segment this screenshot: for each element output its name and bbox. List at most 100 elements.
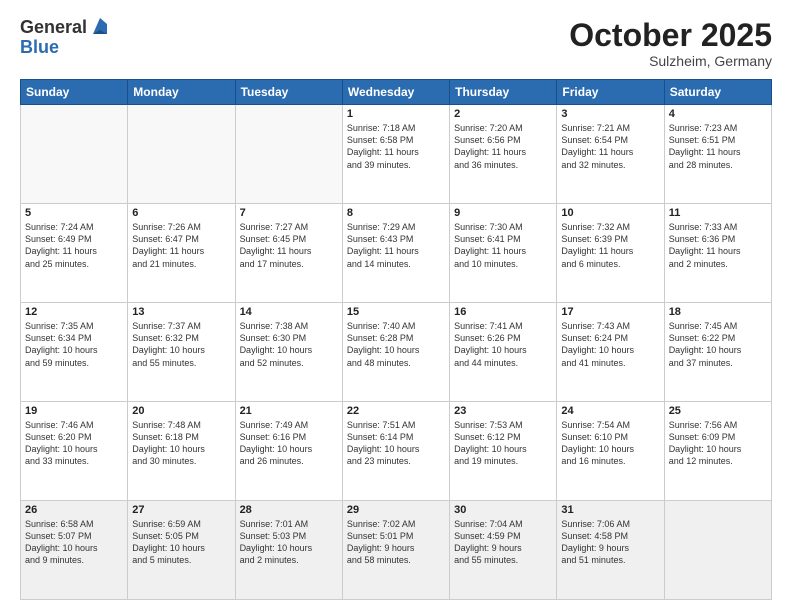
day-number: 24 xyxy=(561,405,659,417)
day-info: Sunrise: 7:06 AMSunset: 4:58 PMDaylight:… xyxy=(561,518,659,567)
table-row: 16 Sunrise: 7:41 AMSunset: 6:26 PMDayligh… xyxy=(450,303,557,402)
day-info: Sunrise: 7:53 AMSunset: 6:12 PMDaylight:… xyxy=(454,419,552,468)
day-info: Sunrise: 7:54 AMSunset: 6:10 PMDaylight:… xyxy=(561,419,659,468)
table-row: 27 Sunrise: 6:59 AMSunset: 5:05 PMDayligh… xyxy=(128,501,235,600)
day-info: Sunrise: 7:23 AMSunset: 6:51 PMDaylight:… xyxy=(669,122,767,171)
day-info: Sunrise: 7:37 AMSunset: 6:32 PMDaylight:… xyxy=(132,320,230,369)
day-number: 13 xyxy=(132,306,230,318)
day-number: 26 xyxy=(25,504,123,516)
day-info: Sunrise: 7:33 AMSunset: 6:36 PMDaylight:… xyxy=(669,221,767,270)
day-info: Sunrise: 7:32 AMSunset: 6:39 PMDaylight:… xyxy=(561,221,659,270)
day-info: Sunrise: 6:58 AMSunset: 5:07 PMDaylight:… xyxy=(25,518,123,567)
day-info: Sunrise: 7:46 AMSunset: 6:20 PMDaylight:… xyxy=(25,419,123,468)
day-info: Sunrise: 7:41 AMSunset: 6:26 PMDaylight:… xyxy=(454,320,552,369)
table-row: 4Sunrise: 7:23 AMSunset: 6:51 PMDaylight… xyxy=(664,105,771,204)
day-info: Sunrise: 7:51 AMSunset: 6:14 PMDaylight:… xyxy=(347,419,445,468)
day-number: 14 xyxy=(240,306,338,318)
logo-icon xyxy=(89,16,111,38)
table-row: 22 Sunrise: 7:51 AMSunset: 6:14 PMDayligh… xyxy=(342,402,449,501)
day-number: 12 xyxy=(25,306,123,318)
table-row: 3 Sunrise: 7:21 AMSunset: 6:54 PMDaylight… xyxy=(557,105,664,204)
calendar-week-row: 1Sunrise: 7:18 AMSunset: 6:58 PMDaylight… xyxy=(21,105,772,204)
day-number: 16 xyxy=(454,306,552,318)
location-subtitle: Sulzheim, Germany xyxy=(569,53,772,69)
day-number: 19 xyxy=(25,405,123,417)
table-row xyxy=(664,501,771,600)
logo: General Blue xyxy=(20,18,111,58)
table-row: 9Sunrise: 7:30 AMSunset: 6:41 PMDaylight… xyxy=(450,204,557,303)
table-row: 29 Sunrise: 7:02 AMSunset: 5:01 PMDayligh… xyxy=(342,501,449,600)
day-number: 8 xyxy=(347,207,445,219)
table-row: 1Sunrise: 7:18 AMSunset: 6:58 PMDaylight… xyxy=(342,105,449,204)
day-info: Sunrise: 7:01 AMSunset: 5:03 PMDaylight:… xyxy=(240,518,338,567)
day-info: Sunrise: 7:18 AMSunset: 6:58 PMDaylight:… xyxy=(347,122,445,171)
table-row xyxy=(21,105,128,204)
day-number: 25 xyxy=(669,405,767,417)
day-number: 30 xyxy=(454,504,552,516)
table-row: 8 Sunrise: 7:29 AMSunset: 6:43 PMDaylight… xyxy=(342,204,449,303)
day-number: 23 xyxy=(454,405,552,417)
table-row: 13 Sunrise: 7:37 AMSunset: 6:32 PMDayligh… xyxy=(128,303,235,402)
day-number: 7 xyxy=(240,207,338,219)
table-row: 23 Sunrise: 7:53 AMSunset: 6:12 PMDayligh… xyxy=(450,402,557,501)
day-number: 5 xyxy=(25,207,123,219)
day-number: 17 xyxy=(561,306,659,318)
logo-general-text: General xyxy=(20,18,87,38)
table-row: 24 Sunrise: 7:54 AMSunset: 6:10 PMDayligh… xyxy=(557,402,664,501)
table-row: 10 Sunrise: 7:32 AMSunset: 6:39 PMDayligh… xyxy=(557,204,664,303)
calendar-page: General Blue October 2025 Sulzheim, Germ… xyxy=(0,0,792,612)
day-info: Sunrise: 7:21 AMSunset: 6:54 PMDaylight:… xyxy=(561,122,659,171)
day-info: Sunrise: 7:38 AMSunset: 6:30 PMDaylight:… xyxy=(240,320,338,369)
day-number: 6 xyxy=(132,207,230,219)
day-info: Sunrise: 7:56 AMSunset: 6:09 PMDaylight:… xyxy=(669,419,767,468)
day-info: Sunrise: 7:20 AMSunset: 6:56 PMDaylight:… xyxy=(454,122,552,171)
day-info: Sunrise: 7:26 AMSunset: 6:47 PMDaylight:… xyxy=(132,221,230,270)
col-wednesday: Wednesday xyxy=(342,80,449,105)
table-row: 6 Sunrise: 7:26 AMSunset: 6:47 PMDaylight… xyxy=(128,204,235,303)
day-info: Sunrise: 6:59 AMSunset: 5:05 PMDaylight:… xyxy=(132,518,230,567)
title-block: October 2025 Sulzheim, Germany xyxy=(569,18,772,69)
day-number: 29 xyxy=(347,504,445,516)
calendar-header-row: Sunday Monday Tuesday Wednesday Thursday… xyxy=(21,80,772,105)
calendar-week-row: 26 Sunrise: 6:58 AMSunset: 5:07 PMDayligh… xyxy=(21,501,772,600)
header: General Blue October 2025 Sulzheim, Germ… xyxy=(20,18,772,69)
table-row: 25 Sunrise: 7:56 AMSunset: 6:09 PMDayligh… xyxy=(664,402,771,501)
day-number: 18 xyxy=(669,306,767,318)
day-number: 27 xyxy=(132,504,230,516)
day-number: 21 xyxy=(240,405,338,417)
col-friday: Friday xyxy=(557,80,664,105)
day-info: Sunrise: 7:49 AMSunset: 6:16 PMDaylight:… xyxy=(240,419,338,468)
col-monday: Monday xyxy=(128,80,235,105)
table-row: 30 Sunrise: 7:04 AMSunset: 4:59 PMDayligh… xyxy=(450,501,557,600)
day-info: Sunrise: 7:02 AMSunset: 5:01 PMDaylight:… xyxy=(347,518,445,567)
day-info: Sunrise: 7:48 AMSunset: 6:18 PMDaylight:… xyxy=(132,419,230,468)
table-row: 2Sunrise: 7:20 AMSunset: 6:56 PMDaylight… xyxy=(450,105,557,204)
col-saturday: Saturday xyxy=(664,80,771,105)
day-number: 20 xyxy=(132,405,230,417)
day-number: 22 xyxy=(347,405,445,417)
day-number: 15 xyxy=(347,306,445,318)
table-row: 14 Sunrise: 7:38 AMSunset: 6:30 PMDayligh… xyxy=(235,303,342,402)
calendar-week-row: 19 Sunrise: 7:46 AMSunset: 6:20 PMDayligh… xyxy=(21,402,772,501)
calendar-week-row: 5Sunrise: 7:24 AMSunset: 6:49 PMDaylight… xyxy=(21,204,772,303)
table-row: 15Sunrise: 7:40 AMSunset: 6:28 PMDayligh… xyxy=(342,303,449,402)
table-row: 18 Sunrise: 7:45 AMSunset: 6:22 PMDayligh… xyxy=(664,303,771,402)
day-info: Sunrise: 7:35 AMSunset: 6:34 PMDaylight:… xyxy=(25,320,123,369)
calendar-table: Sunday Monday Tuesday Wednesday Thursday… xyxy=(20,79,772,600)
day-number: 28 xyxy=(240,504,338,516)
table-row: 31Sunrise: 7:06 AMSunset: 4:58 PMDayligh… xyxy=(557,501,664,600)
table-row: 20 Sunrise: 7:48 AMSunset: 6:18 PMDayligh… xyxy=(128,402,235,501)
day-info: Sunrise: 7:45 AMSunset: 6:22 PMDaylight:… xyxy=(669,320,767,369)
table-row: 28 Sunrise: 7:01 AMSunset: 5:03 PMDayligh… xyxy=(235,501,342,600)
table-row: 5Sunrise: 7:24 AMSunset: 6:49 PMDaylight… xyxy=(21,204,128,303)
month-title: October 2025 xyxy=(569,18,772,53)
table-row xyxy=(128,105,235,204)
day-number: 3 xyxy=(561,108,659,120)
day-info: Sunrise: 7:29 AMSunset: 6:43 PMDaylight:… xyxy=(347,221,445,270)
day-info: Sunrise: 7:04 AMSunset: 4:59 PMDaylight:… xyxy=(454,518,552,567)
day-number: 10 xyxy=(561,207,659,219)
calendar-week-row: 12 Sunrise: 7:35 AMSunset: 6:34 PMDayligh… xyxy=(21,303,772,402)
col-tuesday: Tuesday xyxy=(235,80,342,105)
table-row: 12 Sunrise: 7:35 AMSunset: 6:34 PMDayligh… xyxy=(21,303,128,402)
table-row: 19 Sunrise: 7:46 AMSunset: 6:20 PMDayligh… xyxy=(21,402,128,501)
